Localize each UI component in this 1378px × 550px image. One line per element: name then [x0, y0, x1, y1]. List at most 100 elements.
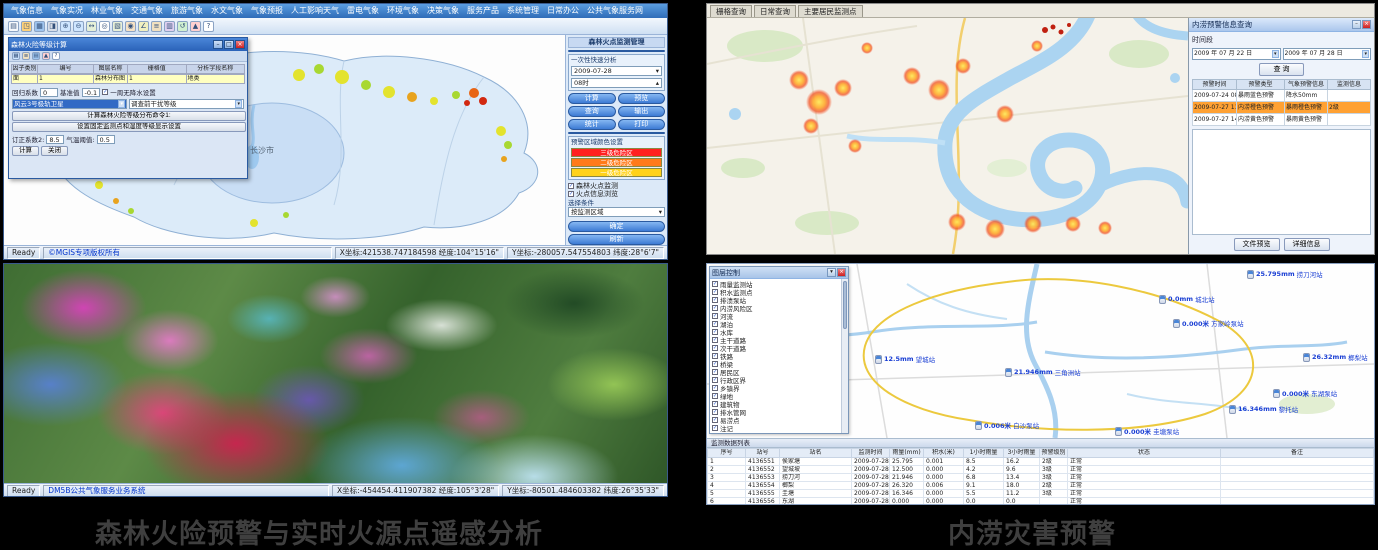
station-col-header[interactable]: 备注: [1221, 449, 1374, 458]
layers-icon[interactable]: ≡: [151, 21, 162, 32]
open-icon[interactable]: ◳: [21, 21, 32, 32]
satellite-select[interactable]: 风云3号极轨卫星▾: [12, 99, 127, 109]
layer-item[interactable]: 雨量监测站: [712, 280, 839, 288]
refresh-icon[interactable]: ↺: [177, 21, 188, 32]
layer-item[interactable]: 居民区: [712, 368, 839, 376]
station-col-header[interactable]: 监测时间: [852, 449, 890, 458]
coef-input[interactable]: 8.5: [46, 135, 64, 144]
date-to-input[interactable]: 2009 年 07 月 28 日▾: [1283, 48, 1372, 60]
dialog-close-button[interactable]: ×: [235, 40, 245, 49]
date-from-input[interactable]: 2009 年 07 月 22 日▾: [1192, 48, 1281, 60]
menu-item[interactable]: 交通气象: [128, 4, 166, 18]
layer-item[interactable]: 乡镇界: [712, 384, 839, 392]
layer-checkbox[interactable]: [712, 289, 718, 295]
chart-icon[interactable]: ▲: [190, 21, 201, 32]
layer-checkbox[interactable]: [712, 329, 718, 335]
layer-item[interactable]: 主干道路: [712, 336, 839, 344]
layer-checkbox[interactable]: [712, 385, 718, 391]
layer-item[interactable]: 湖泊: [712, 320, 839, 328]
dialog-title-bar[interactable]: 森林火险等级计算 – □ ×: [9, 38, 247, 51]
menu-item[interactable]: 系统管理: [504, 4, 542, 18]
layer-checkbox[interactable]: [712, 401, 718, 407]
action-button[interactable]: 查询: [568, 106, 616, 117]
station-col-header[interactable]: 状态: [1068, 449, 1221, 458]
layer-item[interactable]: 次干道路: [712, 344, 839, 352]
station-marker[interactable]: 0.000米 方家岭泵站: [1173, 318, 1244, 328]
calc-distribution-button[interactable]: 计算森林火险等级分布命令1:: [12, 111, 246, 121]
zoom-out-icon[interactable]: ⊖: [73, 21, 84, 32]
layer-item[interactable]: 建筑物: [712, 400, 839, 408]
layer-icon[interactable]: ≡: [22, 52, 30, 60]
station-col-header[interactable]: 积水(米): [924, 449, 964, 458]
menu-item[interactable]: 气象信息: [8, 4, 46, 18]
action-button[interactable]: 统计: [568, 119, 616, 130]
help-icon[interactable]: ?: [203, 21, 214, 32]
layer-item[interactable]: 内涝风险区: [712, 304, 839, 312]
action-button[interactable]: 打印: [618, 119, 666, 130]
layer-checkbox[interactable]: [712, 361, 718, 367]
layer-checkbox[interactable]: [712, 377, 718, 383]
full-extent-icon[interactable]: ◎: [99, 21, 110, 32]
flood-map[interactable]: [707, 18, 1188, 254]
menu-item[interactable]: 日常办公: [544, 4, 582, 18]
station-marker[interactable]: 0.0mm 城北站: [1159, 294, 1215, 304]
weather-query-button[interactable]: 气象查询: [568, 132, 665, 134]
station-row[interactable]: 24136552望城坡2009-07-28 08:00 12.5000.0004…: [708, 466, 1374, 474]
layer-checkbox[interactable]: [712, 313, 718, 319]
layer-scrollbar[interactable]: [841, 279, 848, 433]
pan-icon[interactable]: ↔: [86, 21, 97, 32]
panel-bottom-button[interactable]: 详细信息: [1284, 238, 1330, 251]
chart-icon[interactable]: ▲: [42, 52, 50, 60]
panel-minimize-button[interactable]: –: [1352, 20, 1361, 29]
save-icon[interactable]: ▤: [32, 52, 40, 60]
menu-item[interactable]: 旅游气象: [168, 4, 206, 18]
station-marker[interactable]: 12.5mm 望城站: [875, 354, 935, 364]
layer-checkbox[interactable]: [712, 417, 718, 423]
dialog-maximize-button[interactable]: □: [224, 40, 234, 49]
panel-bottom-button[interactable]: 刷新: [568, 234, 665, 245]
station-col-header[interactable]: 序号: [708, 449, 746, 458]
time-picker[interactable]: 08时▴: [571, 78, 662, 88]
date-picker[interactable]: 2009-07-28▾: [571, 66, 662, 76]
warning-col-header[interactable]: 预警时间: [1193, 80, 1237, 90]
warning-col-header[interactable]: 预警类型: [1237, 80, 1285, 90]
regression-input[interactable]: 0: [40, 88, 58, 97]
menu-item[interactable]: 雷电气象: [344, 4, 382, 18]
station-col-header[interactable]: 1小时雨量: [964, 449, 1004, 458]
print-icon[interactable]: ◨: [47, 21, 58, 32]
checkbox[interactable]: [568, 183, 574, 189]
station-marker[interactable]: 25.795mm 捞刀河站: [1247, 269, 1323, 279]
legend-icon[interactable]: ▥: [164, 21, 175, 32]
layer-item[interactable]: 积水监测点: [712, 288, 839, 296]
menu-item[interactable]: 决策气象: [424, 4, 462, 18]
menu-item[interactable]: 人工影响天气: [288, 4, 342, 18]
remote-sensing-image[interactable]: [4, 264, 667, 483]
help-icon[interactable]: ?: [52, 52, 60, 60]
warning-col-header[interactable]: 气象预警信息: [1285, 80, 1328, 90]
panel-close-button[interactable]: ×: [1362, 20, 1371, 29]
action-button[interactable]: 计算: [568, 93, 616, 104]
warning-row[interactable]: 2009-07-27 14:00内涝黄色预警暴雨黄色预警: [1193, 114, 1371, 126]
layer-item[interactable]: 影像底图: [712, 432, 839, 433]
layer-item[interactable]: 注记: [712, 424, 839, 432]
layer-item[interactable]: 桥梁: [712, 360, 839, 368]
layer-checkbox[interactable]: [712, 337, 718, 343]
select-icon[interactable]: ▧: [112, 21, 123, 32]
layer-checkbox[interactable]: [712, 305, 718, 311]
save-icon[interactable]: ▦: [34, 21, 45, 32]
layer-checkbox[interactable]: [712, 281, 718, 287]
action-button[interactable]: 输出: [618, 106, 666, 117]
dialog-minimize-button[interactable]: –: [213, 40, 223, 49]
layer-checkbox[interactable]: [712, 297, 718, 303]
layer-checkbox[interactable]: [712, 409, 718, 415]
menu-item[interactable]: 林业气象: [88, 4, 126, 18]
layer-window-title-bar[interactable]: 图层控制 ▾ ×: [710, 267, 848, 279]
menu-item[interactable]: 气象预报: [248, 4, 286, 18]
station-col-header[interactable]: 雨量(mm): [890, 449, 924, 458]
station-row[interactable]: 54136555圭塘2009-07-28 08:00 16.3460.0005.…: [708, 490, 1374, 498]
layer-item[interactable]: 河流: [712, 312, 839, 320]
layer-checkbox[interactable]: [712, 369, 718, 375]
dialog-ok-button[interactable]: 计算: [12, 146, 39, 156]
zoom-in-icon[interactable]: ⊕: [60, 21, 71, 32]
station-marker[interactable]: 0.000米 东湖泵站: [1273, 388, 1337, 398]
